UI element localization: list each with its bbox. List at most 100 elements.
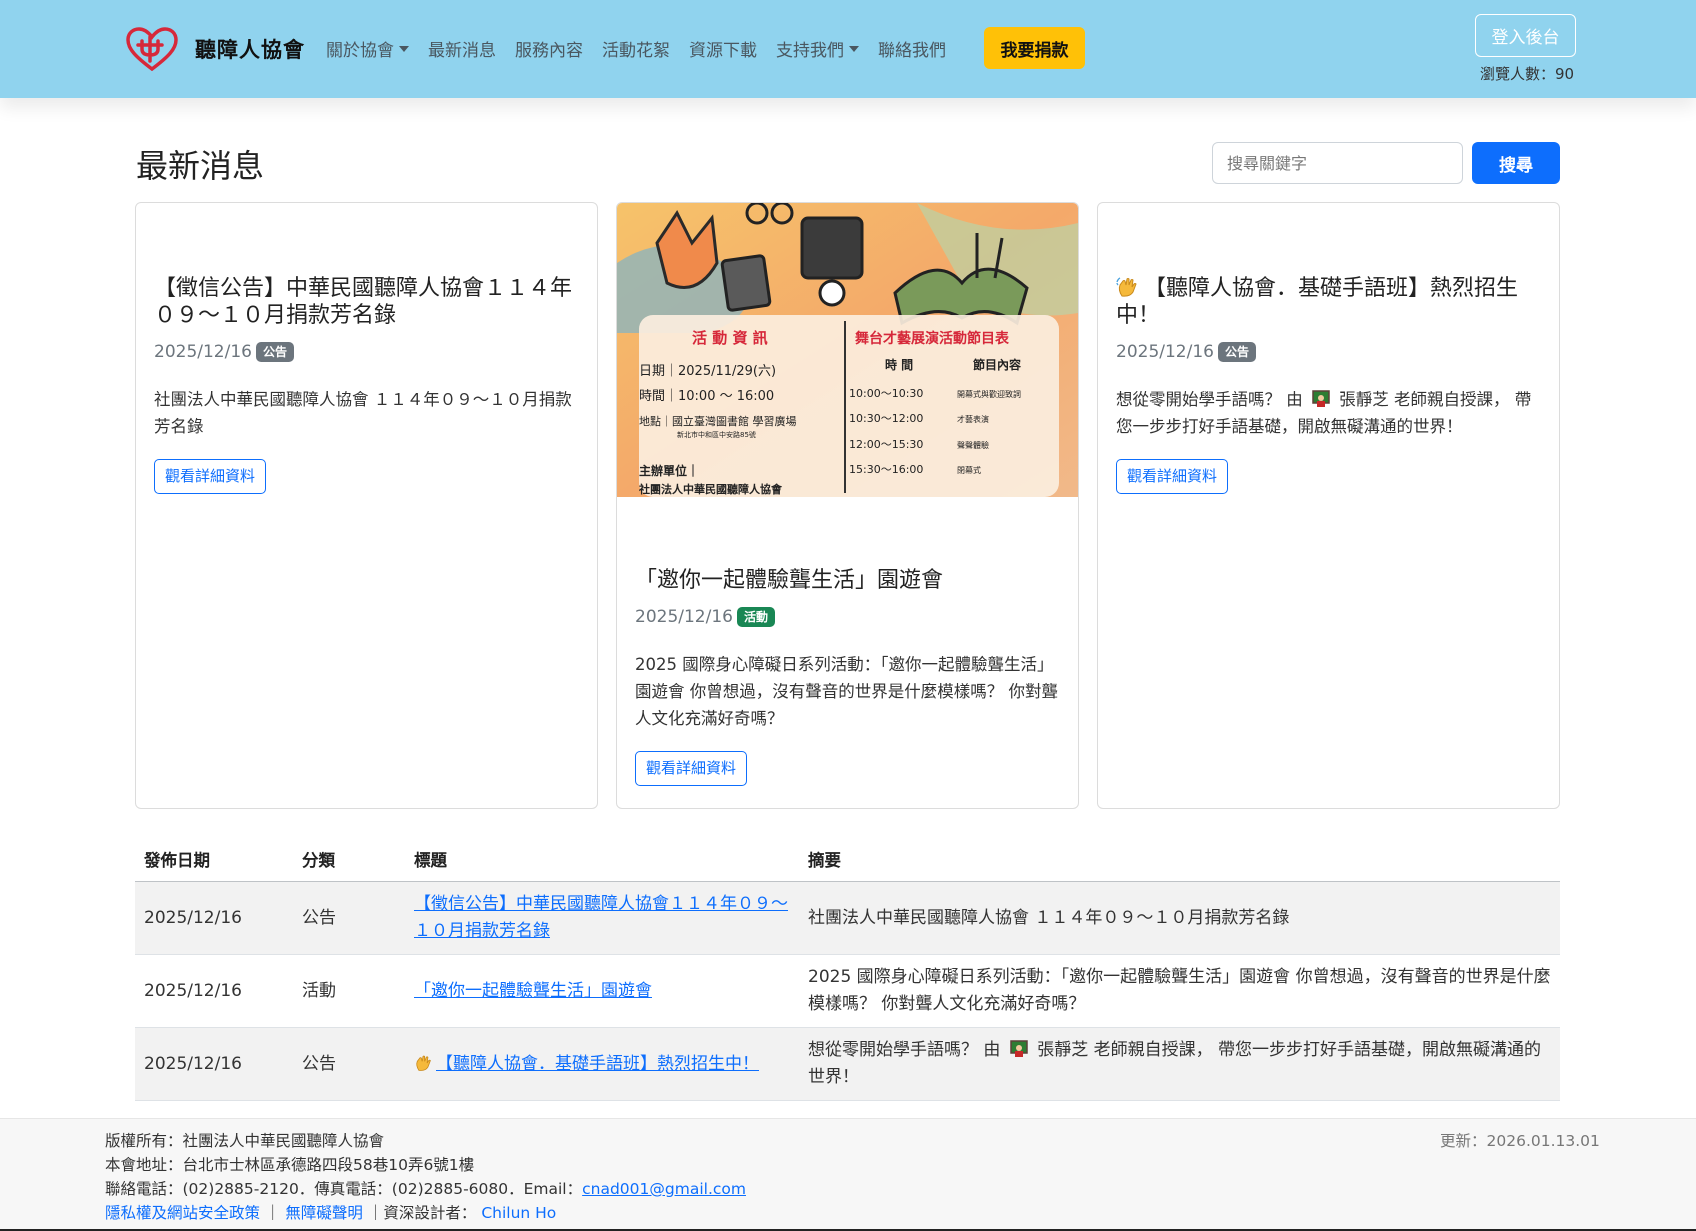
footer-email-link[interactable]: cnad001@gmail.com xyxy=(582,1180,746,1198)
row-category: 公告 xyxy=(302,907,336,928)
poster-col-time: 時 間 xyxy=(885,357,913,372)
search-input[interactable] xyxy=(1212,142,1463,184)
poster-right-heading: 舞台才藝展演活動節目表 xyxy=(855,330,1010,347)
category-badge: 公告 xyxy=(255,342,294,362)
card-body: 【徵信公告】中華民國聽障人協會１１４年０９～１０月捐款芳名錄 2025/12/1… xyxy=(154,275,579,494)
news-card: 【徵信公告】中華民國聽障人協會１１４年０９～１０月捐款芳名錄 2025/12/1… xyxy=(135,202,598,809)
nav-services[interactable]: 服務內容 xyxy=(515,36,583,61)
page-title: 最新消息 xyxy=(136,147,265,185)
poster-schedule-item: 聲聲體驗 xyxy=(957,440,989,450)
site-footer: 版權所有：社團法人中華民國聽障人協會 本會地址：台北市士林區承德路四段58巷10… xyxy=(0,1118,1696,1231)
row-title-cell: 「邀你一起體驗聾生活」園遊會 xyxy=(405,978,799,1005)
heart-hand-logo-icon[interactable] xyxy=(126,27,178,71)
nav-downloads-label: 資源下載 xyxy=(689,41,757,61)
header-title[interactable]: 標題 xyxy=(405,847,799,874)
search-button[interactable]: 搜尋 xyxy=(1472,142,1560,184)
nav-support[interactable]: 支持我們 xyxy=(776,36,859,61)
nav-gallery[interactable]: 活動花絮 xyxy=(602,36,670,61)
poster-schedule-time: 15:30～16:00 xyxy=(849,463,923,476)
header-category[interactable]: 分類 xyxy=(293,847,405,874)
card-meta: 2025/12/16 活動 xyxy=(635,607,1060,627)
nav-contact[interactable]: 聯絡我們 xyxy=(878,36,946,61)
caret-down-icon xyxy=(849,45,859,52)
card-summary: 社團法人中華民國聽障人協會 １１４年０９～１０月捐款芳名錄 xyxy=(154,390,572,436)
footer-separator: ｜ xyxy=(264,1204,281,1222)
teacher-icon xyxy=(1010,1040,1028,1057)
poster-schedule-item: 才藝表演 xyxy=(957,414,989,424)
card-summary: 想從零開始學手語嗎？ 由 張靜芝 老師親自授課， 帶您一步步打好手語基礎，開啟無… xyxy=(1116,386,1541,440)
poster-place: 地點｜國立臺灣圖書館 學習廣場 xyxy=(639,414,797,428)
footer-address: 本會地址：台北市士林區承德路四段58巷10弄6號1樓 xyxy=(105,1156,475,1174)
brand-name[interactable]: 聽障人協會 xyxy=(195,34,305,64)
waving-hand-icon xyxy=(416,1055,431,1071)
nav-support-label: 支持我們 xyxy=(776,41,844,61)
poster-schedule-item: 開幕式與歡迎致詞 xyxy=(957,389,1021,399)
nav-news[interactable]: 最新消息 xyxy=(428,36,496,61)
nav-downloads[interactable]: 資源下載 xyxy=(689,36,757,61)
poster-schedule-item: 閉幕式 xyxy=(957,465,981,475)
poster-date: 日期｜2025/11/29(六) xyxy=(639,364,776,379)
footer-links: 隱私權及網站安全政策 ｜ 無障礙聲明 ｜資深設計者： Chilun Ho xyxy=(105,1201,746,1225)
row-summary-start: 想從零開始學手語嗎？ 由 xyxy=(808,1040,1001,1060)
row-title-link[interactable]: 【聽障人協會．基礎手語班】熱烈招生中！ xyxy=(414,1054,759,1074)
footer-contact: 聯絡電話：(02)2885-2120．傳真電話：(02)2885-6080．Em… xyxy=(105,1177,746,1201)
nav-news-label: 最新消息 xyxy=(428,41,496,61)
waving-hand-icon xyxy=(1116,277,1137,297)
footer-info: 版權所有：社團法人中華民國聽障人協會 本會地址：台北市士林區承德路四段58巷10… xyxy=(105,1129,746,1225)
privacy-policy-link[interactable]: 隱私權及網站安全政策 xyxy=(105,1204,260,1222)
nav-gallery-label: 活動花絮 xyxy=(602,41,670,61)
row-title-link[interactable]: 「邀你一起體驗聾生活」園遊會 xyxy=(414,981,652,1001)
card-meta: 2025/12/16 公告 xyxy=(154,342,579,362)
nav-about[interactable]: 關於協會 xyxy=(326,36,409,61)
card-body: 【聽障人協會．基礎手語班】熱烈招生中！ 2025/12/16 公告 想從零開始學… xyxy=(1116,275,1541,494)
row-title-text: 【聽障人協會．基礎手語班】熱烈招生中！ xyxy=(436,1053,759,1074)
card-title: 【聽障人協會．基礎手語班】熱烈招生中！ xyxy=(1116,275,1541,329)
caret-down-icon xyxy=(399,45,409,52)
row-summary: 社團法人中華民國聽障人協會 １１４年０９～１０月捐款芳名錄 xyxy=(808,907,1290,928)
view-details-button[interactable]: 觀看詳細資料 xyxy=(635,751,748,786)
designer-link[interactable]: Chilun Ho xyxy=(481,1204,556,1222)
row-date: 2025/12/16 xyxy=(144,1053,242,1074)
poster-left-heading: 活 動 資 訊 xyxy=(692,329,768,347)
card-summary: 2025 國際身心障礙日系列活動：「邀你一起體驗聾生活」園遊會 你曾想過，沒有聲… xyxy=(635,655,1058,728)
table-header: 發佈日期 分類 標題 摘要 xyxy=(135,840,1560,882)
news-card: 活 動 資 訊 舞台才藝展演活動節目表 日期｜2025/11/29(六) 時間｜… xyxy=(616,202,1079,809)
login-button[interactable]: 登入後台 xyxy=(1475,14,1576,57)
card-date: 2025/12/16 xyxy=(154,342,252,362)
header-date[interactable]: 發佈日期 xyxy=(135,847,293,874)
visitor-count: 瀏覽人數：90 xyxy=(1480,65,1575,83)
footer-copyright: 版權所有：社團法人中華民國聽障人協會 xyxy=(105,1132,385,1150)
main-nav: 關於協會 最新消息 服務內容 活動花絮 資源下載 支持我們 聯絡我們 xyxy=(326,36,965,61)
row-date: 2025/12/16 xyxy=(144,907,242,928)
table-row: 2025/12/16 活動 「邀你一起體驗聾生活」園遊會 2025 國際身心障礙… xyxy=(135,955,1560,1028)
site-header: 聽障人協會 關於協會 最新消息 服務內容 活動花絮 資源下載 支持我們 聯絡我們… xyxy=(0,0,1696,98)
designer-label: ｜資深設計者： xyxy=(367,1204,477,1222)
accessibility-statement-link[interactable]: 無障礙聲明 xyxy=(285,1204,363,1222)
row-summary: 想從零開始學手語嗎？ 由 張靜芝 老師親自授課， 帶您一步步打好手語基礎，開啟無… xyxy=(799,1037,1560,1091)
poster-organizer: 社團法人中華民國聽障人協會 xyxy=(638,482,783,496)
view-details-button[interactable]: 觀看詳細資料 xyxy=(154,459,267,494)
poster-address: 新北市中和區中安路85號 xyxy=(677,430,756,439)
card-title: 【徵信公告】中華民國聽障人協會１１４年０９～１０月捐款芳名錄 xyxy=(154,276,573,328)
donate-button[interactable]: 我要捐款 xyxy=(984,27,1085,69)
news-card: 【聽障人協會．基礎手語班】熱烈招生中！ 2025/12/16 公告 想從零開始學… xyxy=(1097,202,1560,809)
poster-time: 時間｜10:00 ～ 16:00 xyxy=(639,389,774,404)
event-poster-image[interactable]: 活 動 資 訊 舞台才藝展演活動節目表 日期｜2025/11/29(六) 時間｜… xyxy=(617,203,1078,497)
row-title-link[interactable]: 【徵信公告】中華民國聽障人協會１１４年０９～１０月捐款芳名錄 xyxy=(414,894,788,941)
card-date: 2025/12/16 xyxy=(635,607,733,627)
view-details-button[interactable]: 觀看詳細資料 xyxy=(1116,459,1229,494)
card-title-text: 【聽障人協會．基礎手語班】熱烈招生中！ xyxy=(1116,276,1519,328)
category-badge: 活動 xyxy=(736,607,775,627)
card-meta: 2025/12/16 公告 xyxy=(1116,342,1541,362)
card-date: 2025/12/16 xyxy=(1116,342,1214,362)
poster-schedule-time: 10:30～12:00 xyxy=(849,412,923,425)
row-title-cell: 【聽障人協會．基礎手語班】熱烈招生中！ xyxy=(405,1051,799,1078)
card-summary-start: 想從零開始學手語嗎？ 由 xyxy=(1116,390,1303,409)
table-row: 2025/12/16 公告 【徵信公告】中華民國聽障人協會１１４年０９～１０月捐… xyxy=(135,882,1560,955)
poster-schedule-time: 10:00～10:30 xyxy=(849,387,923,400)
nav-about-label: 關於協會 xyxy=(326,41,394,61)
row-title-cell: 【徵信公告】中華民國聽障人協會１１４年０９～１０月捐款芳名錄 xyxy=(405,891,799,945)
table-row: 2025/12/16 公告 【聽障人協會．基礎手語班】熱烈招生中！ 想從零開始學… xyxy=(135,1028,1560,1101)
header-summary[interactable]: 摘要 xyxy=(799,847,1560,874)
poster-col-program: 節目內容 xyxy=(973,357,1021,372)
